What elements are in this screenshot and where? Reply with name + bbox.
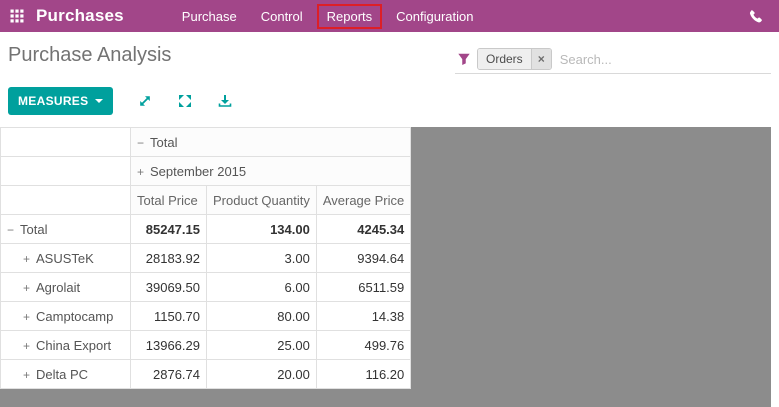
row-header-delta-pc[interactable]: + Delta PC bbox=[1, 360, 131, 389]
pivot-header-row: −Total bbox=[1, 128, 411, 157]
cell-average-price: 499.76 bbox=[316, 331, 410, 360]
filter-funnel-icon bbox=[457, 52, 471, 66]
pivot-corner-cell bbox=[1, 186, 131, 215]
row-header-camptocamp[interactable]: + Camptocamp bbox=[1, 302, 131, 331]
collapse-icon: − bbox=[7, 223, 14, 237]
filter-facet-orders: Orders × bbox=[477, 48, 552, 70]
caret-down-icon bbox=[95, 99, 103, 103]
cell-product-quantity: 25.00 bbox=[207, 331, 317, 360]
table-row: + ASUSTeK 28183.92 3.00 9394.64 bbox=[1, 244, 411, 273]
cell-average-price: 4245.34 bbox=[316, 215, 410, 244]
cell-total-price: 28183.92 bbox=[131, 244, 207, 273]
search-bar: Orders × bbox=[455, 45, 771, 74]
table-row: + Agrolait 39069.50 6.00 6511.59 bbox=[1, 273, 411, 302]
col-group-label: Total bbox=[150, 135, 177, 150]
page-title: Purchase Analysis bbox=[8, 44, 171, 67]
main-menu: Purchase Control Reports Configuration bbox=[170, 4, 486, 29]
row-header-total[interactable]: −Total bbox=[1, 215, 131, 244]
row-label: China Export bbox=[36, 338, 111, 353]
cell-total-price: 13966.29 bbox=[131, 331, 207, 360]
row-header-china-export[interactable]: + China Export bbox=[1, 331, 131, 360]
cell-total-price: 39069.50 bbox=[131, 273, 207, 302]
table-row: + Camptocamp 1150.70 80.00 14.38 bbox=[1, 302, 411, 331]
measure-header-total-price[interactable]: Total Price bbox=[131, 186, 207, 215]
cell-product-quantity: 80.00 bbox=[207, 302, 317, 331]
table-row: −Total 85247.15 134.00 4245.34 bbox=[1, 215, 411, 244]
expand-icon: + bbox=[23, 252, 30, 266]
col-group-label: September 2015 bbox=[150, 164, 246, 179]
apps-grid-icon[interactable] bbox=[10, 9, 24, 23]
pivot-measures-row: Total Price Product Quantity Average Pri… bbox=[1, 186, 411, 215]
top-navbar: Purchases Purchase Control Reports Confi… bbox=[0, 0, 779, 32]
cell-total-price: 1150.70 bbox=[131, 302, 207, 331]
expand-icon: + bbox=[23, 339, 30, 353]
cell-product-quantity: 134.00 bbox=[207, 215, 317, 244]
cell-average-price: 116.20 bbox=[316, 360, 410, 389]
expand-icon: + bbox=[23, 368, 30, 382]
measure-header-product-quantity[interactable]: Product Quantity bbox=[207, 186, 317, 215]
download-xlsx-icon[interactable] bbox=[217, 93, 233, 109]
remove-facet-icon[interactable]: × bbox=[531, 49, 551, 69]
pivot-table: −Total +September 2015 Total Price Produ… bbox=[0, 127, 411, 389]
scrollbar[interactable] bbox=[771, 32, 779, 407]
phone-icon[interactable] bbox=[748, 9, 763, 24]
pivot-corner-cell bbox=[1, 128, 131, 157]
col-group-september-2015[interactable]: + September 2015 bbox=[131, 157, 411, 186]
control-panel: Purchase Analysis Orders × MEASURES bbox=[0, 32, 779, 127]
facet-label[interactable]: Orders bbox=[478, 49, 531, 69]
collapse-icon: − bbox=[137, 136, 144, 150]
pivot-header-row: + September 2015 bbox=[1, 157, 411, 186]
expand-all-icon[interactable] bbox=[177, 93, 193, 109]
col-group-total[interactable]: −Total bbox=[131, 128, 411, 157]
navbar-right-icons bbox=[748, 9, 763, 24]
flip-axis-icon[interactable] bbox=[137, 93, 153, 109]
cell-product-quantity: 3.00 bbox=[207, 244, 317, 273]
cell-total-price: 85247.15 bbox=[131, 215, 207, 244]
cell-product-quantity: 20.00 bbox=[207, 360, 317, 389]
odoo-purchases-screen: { "colors": { "navbar_bg": "#a24689", "a… bbox=[0, 0, 779, 407]
app-title[interactable]: Purchases bbox=[36, 6, 124, 26]
row-label: Total bbox=[20, 222, 47, 237]
cell-average-price: 6511.59 bbox=[316, 273, 410, 302]
menu-item-reports[interactable]: Reports bbox=[317, 4, 383, 29]
cell-average-price: 14.38 bbox=[316, 302, 410, 331]
menu-item-control[interactable]: Control bbox=[249, 4, 315, 29]
row-header-agrolait[interactable]: + Agrolait bbox=[1, 273, 131, 302]
row-label: Camptocamp bbox=[36, 309, 113, 324]
measure-header-average-price[interactable]: Average Price bbox=[316, 186, 410, 215]
table-row: + Delta PC 2876.74 20.00 116.20 bbox=[1, 360, 411, 389]
expand-icon: + bbox=[23, 310, 30, 324]
measures-label: MEASURES bbox=[18, 94, 88, 108]
pivot-toolbar: MEASURES bbox=[8, 87, 233, 115]
expand-icon: + bbox=[23, 281, 30, 295]
search-input[interactable] bbox=[560, 52, 771, 67]
cell-average-price: 9394.64 bbox=[316, 244, 410, 273]
cell-product-quantity: 6.00 bbox=[207, 273, 317, 302]
row-header-asustek[interactable]: + ASUSTeK bbox=[1, 244, 131, 273]
cell-total-price: 2876.74 bbox=[131, 360, 207, 389]
row-label: Agrolait bbox=[36, 280, 80, 295]
menu-item-purchase[interactable]: Purchase bbox=[170, 4, 249, 29]
table-row: + China Export 13966.29 25.00 499.76 bbox=[1, 331, 411, 360]
row-label: Delta PC bbox=[36, 367, 88, 382]
menu-item-configuration[interactable]: Configuration bbox=[384, 4, 485, 29]
pivot-corner-cell bbox=[1, 157, 131, 186]
expand-icon: + bbox=[137, 165, 144, 179]
measures-button[interactable]: MEASURES bbox=[8, 87, 113, 115]
row-label: ASUSTeK bbox=[36, 251, 94, 266]
